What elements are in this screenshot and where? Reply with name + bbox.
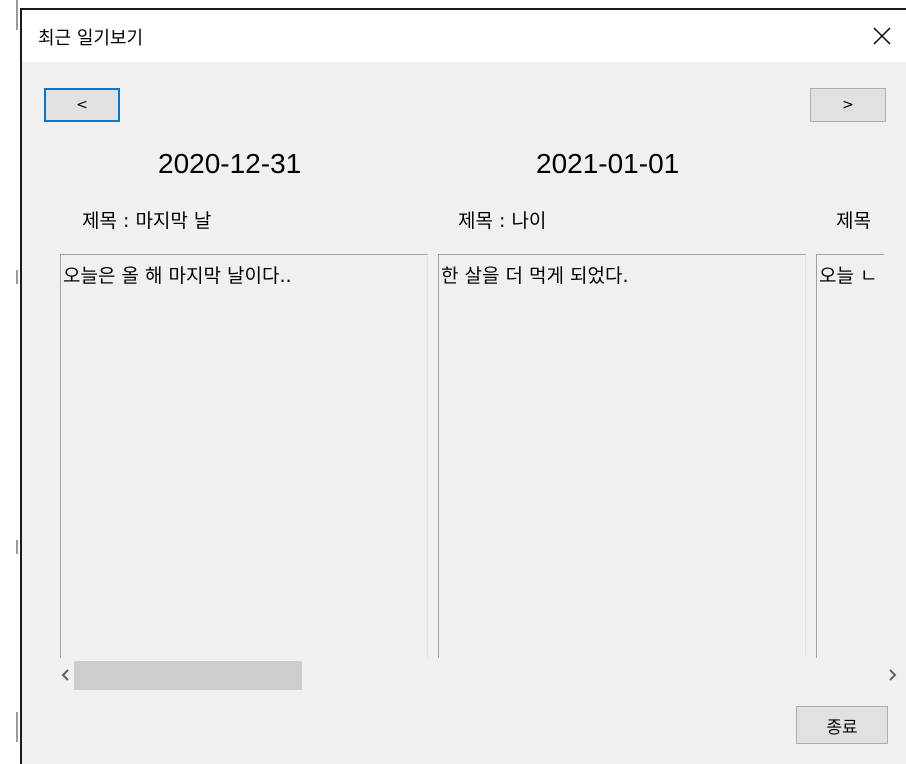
edge-mark bbox=[16, 540, 18, 554]
entry-date: 2020-12-31 bbox=[158, 148, 302, 179]
recent-diary-window: 최근 일기보기 < > 2020-12-31 제목 : 마지막 날 오늘은 올 … bbox=[20, 8, 906, 764]
scroll-right-button[interactable] bbox=[876, 658, 906, 692]
scrollbar-thumb[interactable] bbox=[74, 661, 302, 690]
entry-content-textbox[interactable]: 오늘은 올 해 마지막 날이다.. bbox=[60, 254, 428, 660]
entry-title-label: 제목 : 나이 bbox=[458, 210, 547, 232]
horizontal-scrollbar[interactable] bbox=[50, 658, 906, 692]
entry-title-label: 제목 : 마지막 날 bbox=[82, 210, 212, 232]
entry-date: 2021-01-01 bbox=[536, 148, 680, 179]
chevron-left-icon bbox=[61, 669, 69, 681]
entry-content-text: 한 살을 더 먹게 되었다. bbox=[441, 265, 629, 287]
edge-mark bbox=[16, 0, 18, 30]
chevron-right-icon bbox=[889, 669, 897, 681]
entry-content-text: 오늘은 올 해 마지막 날이다.. bbox=[63, 265, 292, 287]
entry-content-textbox[interactable]: 한 살을 더 먹게 되었다. bbox=[438, 254, 806, 660]
entry-title-label: 제목 bbox=[836, 210, 871, 232]
entry-content-textbox[interactable]: 오늘 ㄴ bbox=[816, 254, 884, 660]
entry-content-text: 오늘 ㄴ bbox=[819, 265, 878, 287]
exit-button[interactable]: 종료 bbox=[796, 706, 888, 744]
background-desktop bbox=[0, 0, 20, 764]
entries-viewport: 2020-12-31 제목 : 마지막 날 오늘은 올 해 마지막 날이다.. … bbox=[22, 10, 884, 764]
edge-mark bbox=[16, 712, 18, 742]
edge-mark bbox=[16, 270, 18, 284]
